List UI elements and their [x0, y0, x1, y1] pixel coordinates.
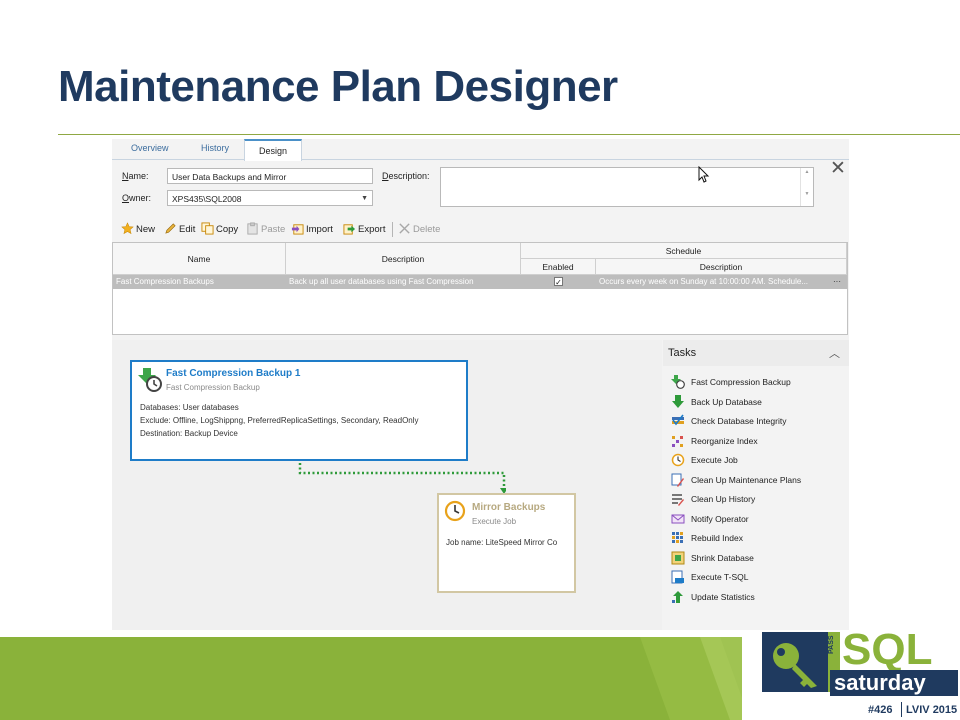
- reorganize-index-icon: [672, 436, 683, 447]
- backup-database-icon: [672, 395, 684, 408]
- owner-select-value: XPS435\SQL2008: [172, 194, 242, 204]
- update-statistics-icon: [672, 591, 683, 603]
- title-divider: [58, 134, 960, 135]
- row-schedule-description: Occurs every week on Sunday at 10:00:00 …: [599, 277, 809, 286]
- logo-sql-text: SQL: [842, 625, 933, 674]
- description-textarea[interactable]: ▲ ▼: [440, 167, 814, 207]
- execute-tsql-icon: [671, 570, 684, 584]
- sql-saturday-logo: PASS SQL saturday #426 LVIV 2015: [762, 628, 960, 720]
- name-label: Name:: [122, 171, 149, 181]
- logo-separator: [901, 702, 902, 717]
- chevron-up-icon[interactable]: ︿: [829, 345, 840, 361]
- column-header-schedule-description[interactable]: Description: [596, 259, 847, 275]
- fast-compression-icon: [671, 375, 685, 389]
- row-plan-description: Back up all user databases using Fast Co…: [289, 277, 474, 286]
- rebuild-index-icon: [672, 532, 683, 543]
- tab-history[interactable]: History: [201, 143, 229, 153]
- slide-title: Maintenance Plan Designer: [58, 62, 618, 111]
- node-detail-exclude: Exclude: Offline, LogShippng, PreferredR…: [140, 416, 419, 425]
- logo-saturday-text: saturday: [834, 670, 926, 695]
- toolbar-separator: [392, 222, 393, 237]
- close-icon[interactable]: ✕: [830, 159, 846, 178]
- pencil-edit-icon: [165, 223, 176, 234]
- execute-job-icon: [671, 453, 685, 467]
- fast-compression-icon: [138, 368, 162, 392]
- execute-job-clock-icon: [444, 500, 466, 522]
- notify-operator-icon: [671, 514, 685, 524]
- delete-button[interactable]: Delete: [398, 222, 440, 235]
- column-header-name[interactable]: Name: [113, 243, 286, 275]
- logo-event-city: LVIV 2015: [906, 704, 958, 716]
- edit-button[interactable]: Edit: [164, 222, 195, 235]
- chevron-down-icon[interactable]: ▼: [361, 195, 368, 202]
- task-node-mirror-backups[interactable]: Mirror Backups Execute Job Job name: Lit…: [437, 493, 576, 593]
- import-button[interactable]: Import: [291, 222, 333, 235]
- description-label: Description:: [382, 171, 430, 181]
- design-canvas[interactable]: Fast Compression Backup 1 Fast Compressi…: [112, 340, 662, 630]
- row-enabled-checkbox[interactable]: ✓: [554, 277, 563, 287]
- task-node-fast-compression-backup[interactable]: Fast Compression Backup 1 Fast Compressi…: [130, 360, 468, 461]
- description-scrollbar[interactable]: ▲ ▼: [800, 168, 813, 206]
- import-icon: [291, 224, 304, 235]
- delete-x-icon: [399, 223, 410, 234]
- tab-design[interactable]: Design: [244, 139, 303, 161]
- column-header-enabled[interactable]: Enabled: [521, 259, 596, 275]
- node-detail-job-name: Job name: LiteSpeed Mirror Co: [446, 538, 558, 547]
- node-subtitle: Fast Compression Backup: [166, 383, 260, 392]
- plan-name-input[interactable]: User Data Backups and Mirror: [167, 168, 373, 184]
- export-icon: [343, 224, 356, 235]
- star-new-icon: [121, 222, 134, 235]
- row-more-button[interactable]: ···: [833, 277, 841, 286]
- node-detail-databases: Databases: User databases: [140, 403, 239, 412]
- column-header-schedule: Schedule: [521, 243, 847, 259]
- key-logo-icon: [762, 632, 828, 692]
- maintenance-plan-designer-window: Overview History Design Name: User Data …: [112, 139, 849, 630]
- tasks-panel-header[interactable]: Tasks ︿: [663, 340, 849, 366]
- plans-grid: Name Description Schedule Enabled Descri…: [112, 242, 848, 335]
- tasks-panel: Tasks ︿ Fast Compression Backup Back Up …: [663, 340, 849, 630]
- column-header-description[interactable]: Description: [286, 243, 521, 275]
- export-button[interactable]: Export: [343, 222, 385, 235]
- tasks-panel-title: Tasks: [668, 347, 697, 359]
- copy-icon: [201, 222, 214, 235]
- mouse-cursor-icon: [698, 166, 710, 183]
- node-detail-destination: Destination: Backup Device: [140, 429, 238, 438]
- logo-saturday-band: saturday: [830, 670, 958, 696]
- paste-icon: [247, 222, 258, 235]
- table-row[interactable]: Fast Compression Backups Back up all use…: [113, 275, 847, 289]
- paste-button[interactable]: Paste: [246, 222, 285, 235]
- shrink-database-icon: [671, 551, 685, 565]
- node-title: Mirror Backups: [472, 502, 546, 513]
- owner-select[interactable]: XPS435\SQL2008 ▼: [167, 190, 373, 206]
- tab-strip: Overview History Design: [112, 139, 849, 161]
- tab-overview[interactable]: Overview: [131, 143, 169, 153]
- check-integrity-icon: [672, 414, 684, 426]
- logo-event-number: #426: [868, 704, 893, 716]
- row-plan-name: Fast Compression Backups: [116, 277, 214, 286]
- copy-button[interactable]: Copy: [201, 222, 238, 235]
- new-button[interactable]: New: [121, 222, 155, 235]
- owner-label: Owner:: [122, 193, 152, 203]
- cleanup-history-icon: [672, 494, 684, 506]
- node-title: Fast Compression Backup 1: [166, 368, 301, 379]
- logo-pass-text: PASS: [828, 635, 835, 654]
- cleanup-plans-icon: [671, 473, 684, 487]
- node-subtitle: Execute Job: [472, 517, 517, 526]
- workflow-connector: [298, 463, 506, 494]
